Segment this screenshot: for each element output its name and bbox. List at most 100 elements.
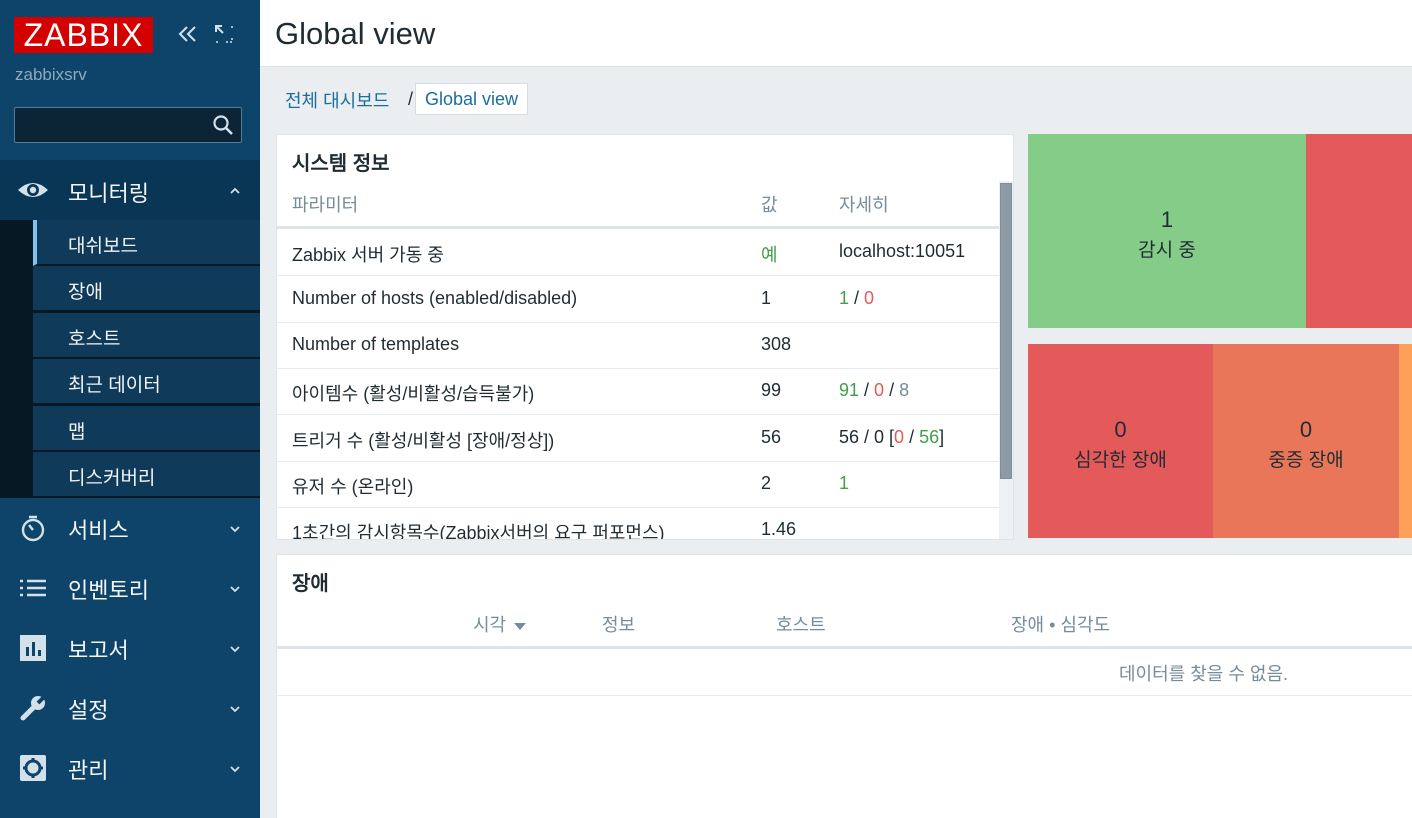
list-icon [20, 579, 46, 597]
menu-administration[interactable]: 관리 [0, 738, 260, 798]
wrench-icon [20, 694, 47, 721]
breadcrumb-all-dashboards[interactable]: 전체 대시보드 [285, 87, 389, 113]
search-input[interactable] [15, 108, 205, 142]
param-cell: Zabbix 서버 가동 중 [292, 245, 444, 265]
chevron-down-icon [230, 586, 240, 593]
details-cell: 1 [839, 473, 850, 493]
widget-title: 장애 [292, 573, 329, 595]
sidebar-item-label: 대쉬보드 [68, 236, 138, 257]
table-row: 트리거 수 (활성/비활성 [장애/정상]) 56 56 / 0 [0 / 56… [277, 415, 1001, 462]
host-status-tile-monitored[interactable]: 1 감시 중 [1028, 134, 1306, 328]
menu-monitoring-header[interactable]: 모니터링 [0, 160, 260, 220]
details-cell: 91 / 0 / 8 [839, 380, 909, 401]
tile-count: 1 [1160, 207, 1174, 232]
active-count: 91 [839, 380, 860, 400]
table-row: Number of hosts (enabled/disabled) 1 1 /… [277, 276, 1001, 323]
search-icon[interactable] [211, 113, 235, 137]
menu-monitoring: 모니터링 대쉬보드 장애 호스트 최근 데이터 맵 디스커버리 [0, 160, 260, 498]
server-name: zabbixsrv [15, 65, 87, 84]
param-cell: 아이템수 (활성/비활성/습득불가) [292, 384, 535, 404]
severity-tile-average[interactable] [1399, 344, 1412, 538]
page-header: Global view [260, 0, 1412, 67]
widget-title: 시스템 정보 [292, 153, 390, 175]
column-header-value: 값 [761, 195, 778, 215]
chevron-down-icon [230, 706, 240, 713]
double-chevron-left-icon [178, 26, 196, 42]
severity-tile-disaster[interactable]: 0 심각한 장애 [1028, 344, 1213, 538]
empty-message: 데이터를 찾을 수 없음. [1119, 664, 1289, 684]
value-cell: 1.46 [761, 519, 797, 539]
table-row: Number of templates 308 [277, 322, 1001, 369]
separator: / [859, 380, 875, 400]
menu-services[interactable]: 서비스 [0, 498, 260, 558]
tile-label: 심각한 장애 [1074, 450, 1167, 471]
chevron-down-icon [230, 646, 240, 653]
table-row: 1초간의 감시항목수(Zabbix서버의 요구 퍼포먼스) 1.46 [277, 507, 1001, 540]
tile-label: 감시 중 [1138, 240, 1196, 261]
sidebar-item-problems[interactable]: 장애 [33, 266, 260, 312]
value-cell: 2 [761, 473, 772, 493]
menu-configuration[interactable]: 설정 [0, 678, 260, 738]
chevron-down-icon [230, 526, 240, 533]
column-header-host[interactable]: 호스트 [776, 611, 826, 637]
row-divider [277, 695, 1412, 696]
eye-icon [18, 183, 48, 197]
sidebar-item-hosts[interactable]: 호스트 [33, 313, 260, 359]
scrollbar-thumb[interactable] [1000, 183, 1012, 479]
sidebar-search [14, 107, 242, 143]
gear-icon [20, 755, 46, 781]
chevron-up-icon [230, 187, 240, 194]
menu-inventory[interactable]: 인벤토리 [0, 558, 260, 618]
unsupported-count: 8 [899, 380, 910, 400]
tile-count: 0 [1299, 417, 1313, 442]
ok-count: 56 [919, 427, 940, 447]
breadcrumb-current[interactable]: Global view [415, 83, 529, 115]
param-cell: 유저 수 (온라인) [292, 477, 414, 497]
table-row: 아이템수 (활성/비활성/습득불가) 99 91 / 0 / 8 [277, 368, 1001, 415]
column-header-label: 시각 [473, 615, 507, 635]
system-info-widget: 시스템 정보 파라미터 값 자세히 Zabbix 서버 가동 중 예 local… [276, 134, 1014, 540]
problem-count: 0 [894, 427, 905, 447]
table-header-divider [277, 646, 1412, 649]
sort-down-icon [514, 623, 527, 630]
tile-count: 0 [1114, 417, 1127, 442]
menu-label: 관리 [68, 758, 109, 783]
disabled-count: 0 [864, 288, 875, 308]
param-cell: 1초간의 감시항목수(Zabbix서버의 요구 퍼포먼스) [292, 523, 665, 540]
zabbix-logo[interactable]: ZABBIX [14, 17, 153, 53]
kiosk-mode-button[interactable] [212, 22, 236, 46]
host-status-tile-unavailable[interactable] [1306, 134, 1412, 328]
collapse-sidebar-button[interactable] [176, 22, 200, 46]
column-header-parameter: 파라미터 [292, 195, 359, 215]
menu-label: 인벤토리 [68, 578, 149, 603]
severity-tile-high[interactable]: 0 중증 장애 [1213, 344, 1399, 538]
param-cell: 트리거 수 (활성/비활성 [장애/정상]) [292, 431, 555, 451]
sidebar: ZABBIX zabbixsrv 모니터링 대쉬보드 장애 호스트 최근 데이터… [0, 0, 260, 818]
table-row: Zabbix 서버 가동 중 예 localhost:10051 [277, 229, 1001, 276]
column-header-details: 자세히 [839, 195, 889, 215]
bracket: ] [939, 427, 945, 447]
inactive-count: 0 [874, 380, 885, 400]
sidebar-item-discovery[interactable]: 디스커버리 [33, 452, 260, 498]
menu-label: 보고서 [68, 638, 129, 663]
sidebar-item-label: 디스커버리 [68, 468, 156, 489]
menu-label: 서비스 [68, 518, 129, 543]
details-cell: localhost:10051 [839, 241, 966, 261]
column-header-problem-severity[interactable]: 장애 • 심각도 [1011, 611, 1110, 637]
value-cell: 56 [761, 427, 782, 447]
chevron-down-icon [230, 766, 240, 773]
sidebar-item-maps[interactable]: 맵 [33, 406, 260, 452]
sidebar-item-dashboard[interactable]: 대쉬보드 [33, 220, 260, 266]
separator: / [849, 288, 865, 308]
column-header-time[interactable]: 시각 [473, 611, 527, 637]
kiosk-mode-icon [215, 25, 233, 43]
menu-reports[interactable]: 보고서 [0, 618, 260, 678]
page-title: Global view [275, 16, 436, 51]
sidebar-item-latest-data[interactable]: 최근 데이터 [33, 359, 260, 405]
value-cell: 예 [761, 245, 778, 265]
sidebar-item-label: 장애 [68, 282, 103, 303]
details-cell: 1 / 0 [839, 288, 874, 309]
sidebar-item-label: 호스트 [68, 329, 121, 350]
breadcrumb-separator: / [408, 89, 414, 109]
details-cell: 56 / 0 [0 / 56] [839, 427, 944, 448]
